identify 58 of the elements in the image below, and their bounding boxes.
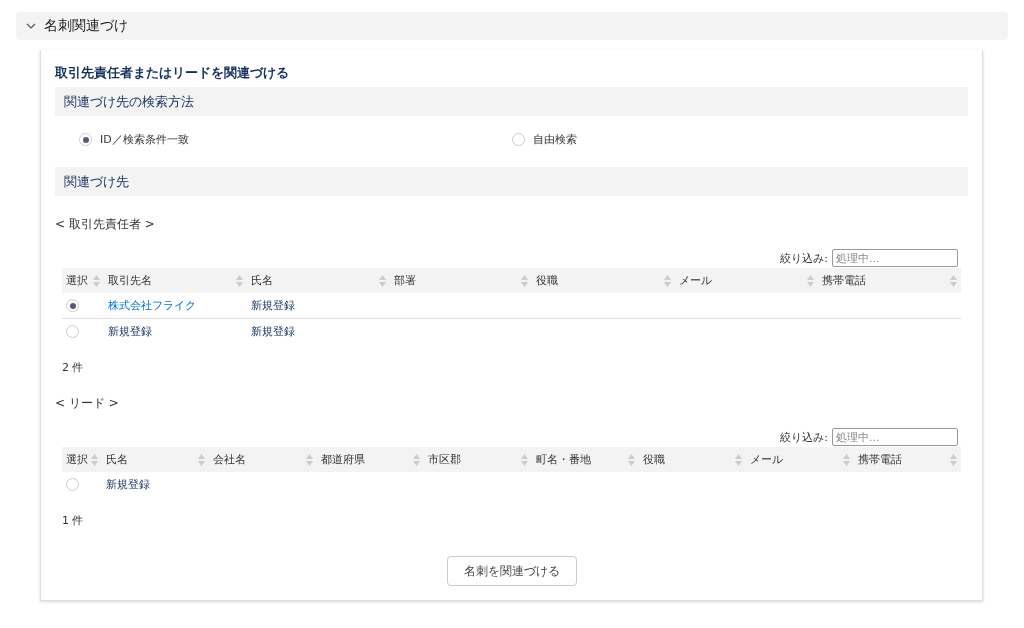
column-header[interactable]: 取引先名 — [104, 268, 247, 293]
table-caption: < リード > — [55, 395, 120, 412]
filter-label: 絞り込み: — [780, 250, 828, 266]
section-title: 名刺関連づけ — [44, 17, 128, 35]
column-header[interactable]: メール — [675, 268, 819, 293]
sort-icon — [807, 274, 815, 287]
column-header[interactable]: 選択 — [62, 447, 102, 472]
table-cell: 新規登録 — [106, 478, 150, 491]
sort-icon — [735, 453, 743, 466]
subsection-header: 関連づけ先 — [55, 167, 968, 196]
sort-icon — [520, 453, 528, 466]
record-count: 1 件 — [62, 513, 85, 528]
column-header[interactable]: メール — [746, 447, 854, 472]
column-header[interactable]: 部署 — [389, 268, 533, 293]
filter-field[interactable]: 処理中... — [832, 249, 958, 267]
subsection-header: 関連づけ先の検索方法 — [55, 87, 968, 116]
column-header[interactable]: 選択 — [62, 268, 104, 293]
table-cell: 新規登録 — [250, 299, 295, 312]
column-header[interactable]: 都道府県 — [316, 447, 425, 472]
radio-label: 自由検索 — [532, 132, 577, 147]
sort-icon — [950, 453, 957, 466]
radio-button[interactable] — [511, 133, 525, 146]
column-header[interactable]: 携帯電話 — [853, 447, 961, 472]
column-header[interactable]: 市区郡 — [424, 447, 532, 472]
column-header[interactable]: 町名・番地 — [531, 447, 639, 472]
radio-button[interactable] — [66, 325, 79, 339]
sort-icon — [305, 453, 313, 466]
sort-icon — [842, 453, 850, 466]
filter-label: 絞り込み: — [780, 429, 828, 445]
sort-icon — [664, 274, 672, 287]
table-cell: 新規登録 — [108, 325, 152, 338]
column-header[interactable]: 携帯電話 — [818, 268, 961, 293]
cell-link[interactable]: 株式会社フライク — [108, 299, 196, 312]
column-header[interactable]: 氏名 — [102, 447, 210, 472]
radio-button[interactable] — [66, 478, 79, 492]
sort-icon — [198, 453, 206, 466]
column-header[interactable]: 役職 — [532, 268, 676, 293]
sort-icon — [627, 453, 635, 466]
sort-icon — [413, 453, 421, 466]
table-cell: 新規登録 — [250, 325, 295, 338]
sort-icon — [93, 274, 100, 287]
sort-icon — [91, 453, 98, 466]
record-count: 2 件 — [62, 360, 85, 375]
radio-button[interactable] — [66, 299, 79, 313]
section-header[interactable]: 名刺関連づけ — [16, 12, 1008, 40]
column-header[interactable]: 役職 — [638, 447, 747, 472]
link-card-button[interactable]: 名刺を関連づける — [446, 556, 577, 586]
table-caption: < 取引先責任者 > — [55, 216, 156, 233]
sort-icon — [378, 274, 386, 287]
sort-icon — [521, 274, 529, 287]
column-header[interactable]: 氏名 — [246, 268, 390, 293]
radio-label: ID／検索条件一致 — [100, 132, 189, 147]
filter-field[interactable]: 処理中... — [832, 428, 958, 446]
radio-button[interactable] — [79, 133, 92, 146]
sort-icon — [235, 274, 243, 287]
sort-icon — [950, 274, 957, 287]
column-header[interactable]: 会社名 — [209, 447, 317, 472]
card-heading: 取引先責任者またはリードを関連づける — [55, 64, 290, 82]
